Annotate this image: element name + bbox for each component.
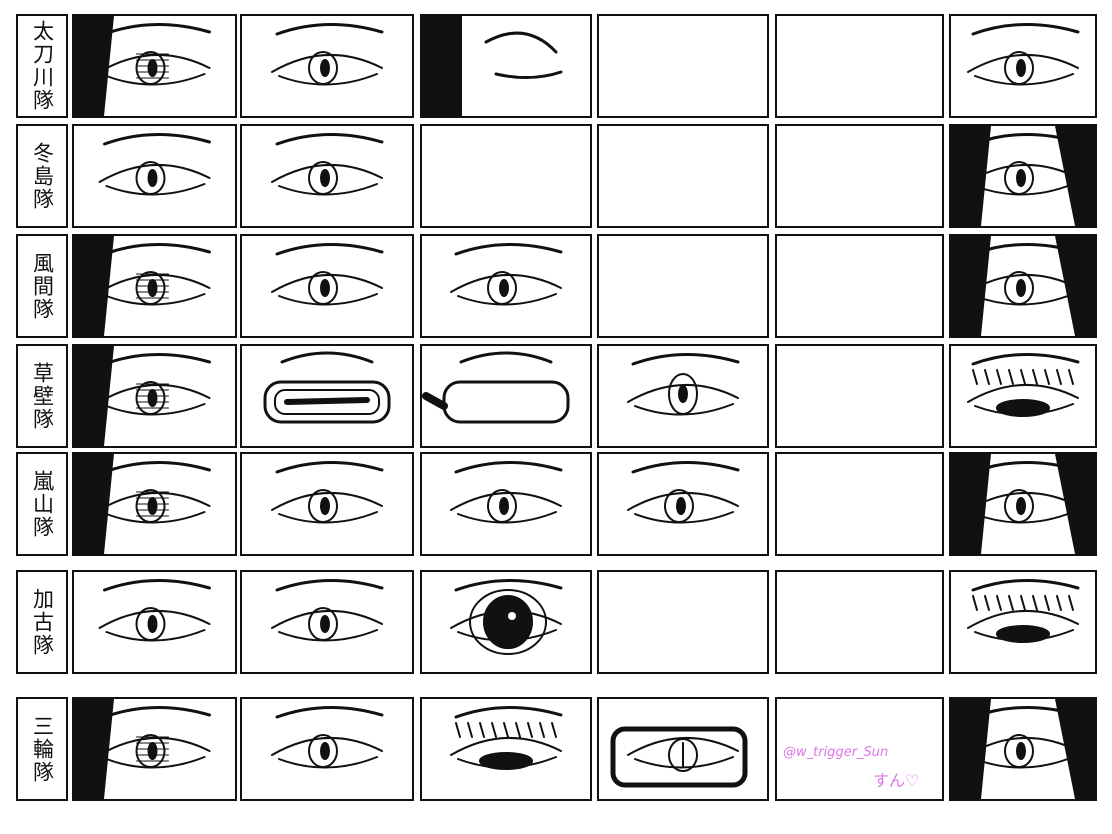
eye-drawing-panel: [420, 344, 592, 448]
blank-panel: [597, 14, 769, 118]
eye-drawing-panel: [72, 570, 237, 674]
eye-drawing-panel: [240, 452, 414, 556]
row-label-text: 草壁隊: [30, 361, 55, 431]
eye-drawing-panel: [240, 234, 414, 338]
row-label-text: 三輪隊: [30, 714, 55, 784]
blank-panel: [597, 570, 769, 674]
row-label: 冬島隊: [16, 124, 68, 228]
blank-panel: [775, 452, 944, 556]
row-label: 太刀川隊: [16, 14, 68, 118]
eye-drawing-panel: [240, 124, 414, 228]
eye-drawing-panel: [420, 234, 592, 338]
blank-panel: [420, 124, 592, 228]
eye-drawing-panel: [72, 14, 237, 118]
eye-drawing-panel: [420, 697, 592, 801]
blank-panel: [775, 234, 944, 338]
eye-drawing-panel: [949, 452, 1097, 556]
signature-note: すん♡: [873, 771, 920, 790]
eye-drawing-panel: [72, 697, 237, 801]
eye-drawing-panel: [240, 14, 414, 118]
eye-drawing-panel: [72, 452, 237, 556]
row-label: 三輪隊: [16, 697, 68, 801]
eye-drawing-panel: [72, 124, 237, 228]
row-label: 草壁隊: [16, 344, 68, 448]
eye-drawing-panel: [949, 14, 1097, 118]
eye-drawing-panel: [72, 234, 237, 338]
signature-panel: @w_trigger_Sun すん♡: [775, 697, 944, 801]
eye-drawing-panel: [597, 697, 769, 801]
row-label-text: 加古隊: [30, 587, 55, 657]
eye-drawing-panel: [420, 570, 592, 674]
row-label: 風間隊: [16, 234, 68, 338]
eye-drawing-panel: [240, 344, 414, 448]
row-label-text: 太刀川隊: [30, 20, 55, 112]
eye-drawing-panel: [597, 344, 769, 448]
row-label-text: 嵐山隊: [30, 469, 55, 539]
row-label-text: 冬島隊: [30, 141, 55, 211]
blank-panel: [775, 14, 944, 118]
blank-panel: [597, 234, 769, 338]
eye-drawing-panel: [240, 570, 414, 674]
eye-drawing-panel: [949, 570, 1097, 674]
eye-drawing-panel: [949, 697, 1097, 801]
row-label: 嵐山隊: [16, 452, 68, 556]
blank-panel: [775, 570, 944, 674]
blank-panel: [775, 344, 944, 448]
blank-panel: [597, 124, 769, 228]
eye-drawing-panel: [949, 124, 1097, 228]
blank-panel: [775, 124, 944, 228]
eye-drawing-panel: [420, 14, 592, 118]
eye-drawing-panel: [597, 452, 769, 556]
eye-drawing-panel: [72, 344, 237, 448]
row-label: 加古隊: [16, 570, 68, 674]
row-label-text: 風間隊: [30, 251, 55, 321]
eye-drawing-panel: [949, 344, 1097, 448]
eye-drawing-panel: [420, 452, 592, 556]
eye-drawing-panel: [240, 697, 414, 801]
signature-handle: @w_trigger_Sun: [783, 745, 889, 760]
eye-drawing-panel: [949, 234, 1097, 338]
